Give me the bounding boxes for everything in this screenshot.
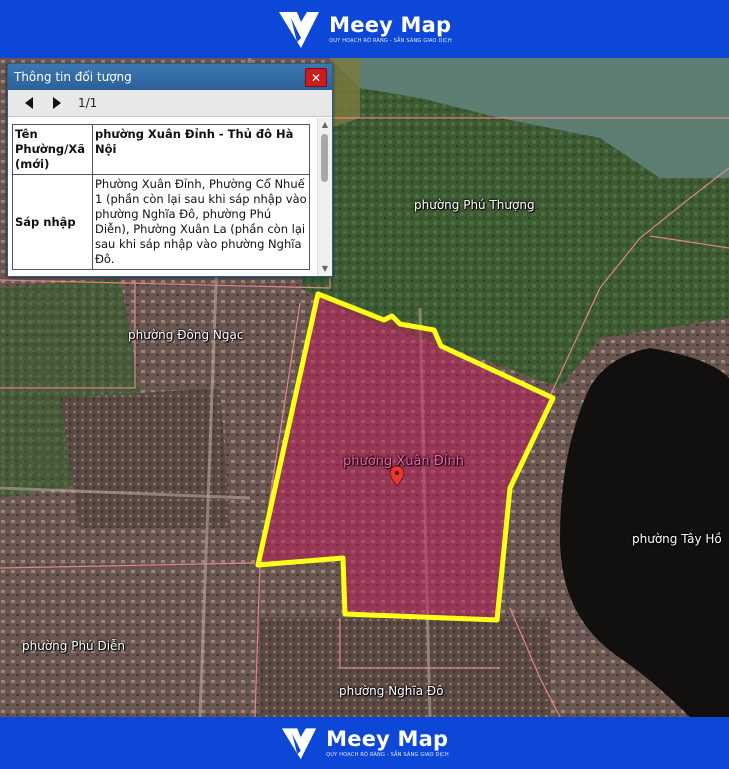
row-key: Tên Phường/Xã (mới)	[12, 124, 93, 175]
label-xuan-dinh: phường Xuân Đỉnh	[343, 454, 464, 469]
brand-name-bottom: Meey Map	[326, 727, 449, 751]
object-info-panel: Thông tin đối tượng ✕ 1/1 Tên Phường/Xã …	[7, 63, 333, 277]
next-arrow-icon[interactable]	[50, 96, 64, 110]
page-indicator: 1/1	[78, 96, 98, 110]
label-phu-dien: phường Phú Diễn	[22, 639, 126, 653]
table-row: Tên Phường/Xã (mới) phường Xuân Đỉnh - T…	[12, 124, 310, 175]
label-dong-ngac: phường Đông Ngạc	[128, 328, 244, 342]
panel-content[interactable]: Tên Phường/Xã (mới) phường Xuân Đỉnh - T…	[8, 118, 332, 276]
brand-logo-bottom: Meey Map QUY HOẠCH RÕ RÀNG - SẴN SÀNG GI…	[280, 725, 449, 761]
label-phu-thuong: phường Phú Thượng	[414, 198, 535, 212]
scroll-thumb[interactable]	[321, 134, 328, 182]
scroll-down-icon[interactable]: ▼	[320, 264, 330, 274]
panel-header: Thông tin đối tượng	[8, 64, 332, 90]
label-tay-ho: phường Tây Hồ	[632, 532, 722, 546]
panel-pagination: 1/1	[8, 90, 332, 117]
brand-name: Meey Map	[329, 13, 452, 37]
bottom-banner: Meey Map QUY HOẠCH RÕ RÀNG - SẴN SÀNG GI…	[0, 717, 729, 769]
prev-arrow-icon[interactable]	[22, 96, 36, 110]
table-row: Sáp nhập Phường Xuân Đỉnh, Phường Cổ Nhu…	[12, 174, 310, 270]
brand-tagline: QUY HOẠCH RÕ RÀNG - SẴN SÀNG GIAO DỊCH	[329, 38, 452, 44]
meey-logo-icon	[277, 8, 321, 50]
info-table: Tên Phường/Xã (mới) phường Xuân Đỉnh - T…	[12, 124, 310, 270]
row-value: Phường Xuân Đỉnh, Phường Cổ Nhuế 1 (phần…	[92, 174, 310, 270]
brand-logo: Meey Map QUY HOẠCH RÕ RÀNG - SẴN SÀNG GI…	[277, 8, 452, 50]
close-button[interactable]: ✕	[305, 68, 327, 87]
panel-title: Thông tin đối tượng	[14, 70, 132, 84]
brand-tagline-bottom: QUY HOẠCH RÕ RÀNG - SẴN SÀNG GIAO DỊCH	[326, 752, 449, 758]
label-nghia-do: phường Nghĩa Đô	[339, 684, 444, 698]
row-value: phường Xuân Đỉnh - Thủ đô Hà Nội	[92, 124, 310, 175]
top-banner: Meey Map QUY HOẠCH RÕ RÀNG - SẴN SÀNG GI…	[0, 0, 729, 58]
row-key: Sáp nhập	[12, 174, 93, 270]
panel-scrollbar[interactable]: ▲ ▼	[317, 118, 332, 276]
scroll-up-icon[interactable]: ▲	[320, 120, 330, 130]
meey-logo-icon	[280, 725, 318, 761]
